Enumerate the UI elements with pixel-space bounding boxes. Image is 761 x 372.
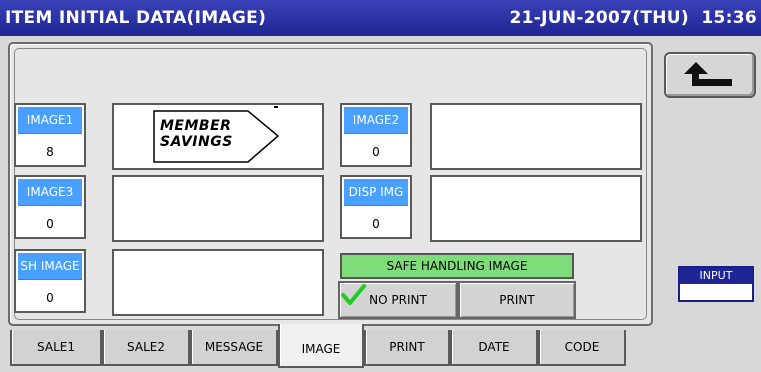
tab-message[interactable]: MESSAGE (190, 330, 278, 366)
tab-sale2[interactable]: SALE2 (102, 330, 190, 366)
tab-date[interactable]: DATE (450, 330, 538, 366)
tab-print-label: PRINT (389, 340, 425, 354)
input-label: INPUT (680, 268, 752, 284)
sh-image-field[interactable]: SH IMAGE 0 (14, 249, 86, 313)
tab-print[interactable]: PRINT (364, 330, 450, 366)
back-button[interactable] (664, 52, 756, 98)
no-print-button[interactable]: NO PRINT (338, 281, 458, 319)
sh-image-value: 0 (46, 291, 54, 305)
tab-date-label: DATE (478, 340, 510, 354)
image3-value: 0 (46, 217, 54, 231)
tab-image-label: IMAGE (301, 342, 341, 356)
disp-img-label: DISP IMG (344, 179, 408, 206)
preview-line1: MEMBER (160, 118, 232, 134)
preview-line2: SAVINGS (160, 134, 233, 150)
image3-label: IMAGE3 (18, 179, 82, 206)
print-button[interactable]: PRINT (458, 281, 576, 319)
print-label: PRINT (499, 293, 535, 307)
sh-image-preview (112, 249, 324, 316)
tab-image[interactable]: IMAGE (278, 324, 364, 368)
tab-message-label: MESSAGE (204, 340, 264, 354)
screen-title: ITEM INITIAL DATA(IMAGE) (5, 8, 267, 28)
disp-img-value: 0 (372, 217, 380, 231)
tab-code-label: CODE (564, 340, 600, 354)
tab-sale1[interactable]: SALE1 (10, 330, 102, 366)
image3-preview (112, 175, 324, 242)
image3-field[interactable]: IMAGE3 0 (14, 175, 86, 239)
tab-sale1-label: SALE1 (37, 340, 75, 354)
tab-sale2-label: SALE2 (127, 340, 165, 354)
image2-preview (430, 103, 642, 170)
title-bar: ITEM INITIAL DATA(IMAGE) 21-JUN-2007(THU… (0, 0, 761, 36)
image1-field[interactable]: IMAGE1 8 (14, 103, 86, 167)
date-time: 21-JUN-2007(THU) 15:36 (509, 8, 757, 28)
image1-preview: MEMBER SAVINGS (112, 103, 324, 170)
tab-code[interactable]: CODE (538, 330, 626, 366)
sh-image-label: SH IMAGE (18, 253, 82, 280)
checkmark-icon (341, 284, 366, 305)
input-indicator: INPUT (678, 266, 754, 302)
image2-field[interactable]: IMAGE2 0 (340, 103, 412, 167)
image1-value: 8 (46, 145, 54, 159)
image2-label: IMAGE2 (344, 107, 408, 134)
safe-handling-title: SAFE HANDLING IMAGE (340, 253, 574, 279)
no-print-label: NO PRINT (369, 293, 427, 307)
image1-label: IMAGE1 (18, 107, 82, 134)
disp-img-preview (430, 175, 642, 242)
return-arrow-icon (684, 62, 732, 86)
image2-value: 0 (372, 145, 380, 159)
disp-img-field[interactable]: DISP IMG 0 (340, 175, 412, 239)
